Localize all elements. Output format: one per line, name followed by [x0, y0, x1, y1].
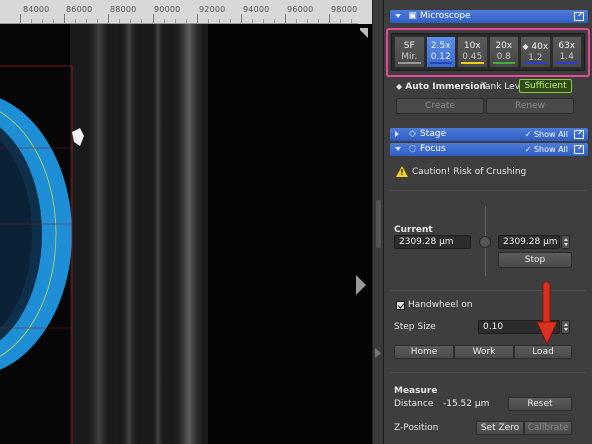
ruler-corner	[358, 0, 372, 24]
focus-pane-header[interactable]: ◌ Focus ✓ Show All	[390, 143, 588, 156]
control-panel: ▣ Microscope SF Mir. 2.5x 0.12 10x 0.45	[384, 0, 592, 444]
ruler-tick	[285, 14, 287, 23]
objective-color-bar	[398, 62, 421, 64]
create-button[interactable]: Create	[396, 98, 484, 114]
microscope-pane-header[interactable]: ▣ Microscope	[390, 10, 588, 23]
auto-immersion-text: Auto Immersion	[405, 82, 486, 92]
show-all-toggle[interactable]: ✓ Show All	[525, 144, 568, 155]
section-divider	[390, 372, 586, 373]
objective-color-bar	[429, 62, 452, 64]
objective-magnification: SF	[403, 41, 415, 51]
popout-icon[interactable]	[574, 145, 584, 154]
warning-icon: !	[396, 166, 408, 177]
warning-text: Caution! Risk of Crushing	[412, 167, 527, 177]
current-label: Current	[394, 225, 433, 235]
tank-level-status: Sufficient	[519, 79, 572, 93]
home-button[interactable]: Home	[394, 345, 454, 359]
load-button[interactable]: Load	[514, 345, 572, 359]
objective-color-bar	[524, 62, 547, 64]
ruler-tick	[196, 14, 198, 23]
specimen-image	[0, 24, 360, 444]
objective-button[interactable]: ◆ 40x 1.2	[520, 36, 551, 68]
horizontal-ruler: 84000 86000 88000 90000 92000 94000 9600…	[0, 0, 372, 24]
measure-label: Measure	[394, 386, 438, 396]
stop-button[interactable]: Stop	[498, 252, 572, 268]
objective-button[interactable]: 2.5x 0.12	[425, 36, 456, 68]
section-divider	[390, 190, 586, 191]
ruler-tick	[64, 14, 66, 23]
objective-color-bar	[461, 62, 484, 64]
show-all-text: Show All	[533, 130, 568, 139]
stage-pane-header[interactable]: ◇ Stage ✓ Show All	[390, 128, 588, 141]
objective-magnification: ◆ 40x	[521, 41, 550, 53]
expand-panel-arrow[interactable]	[356, 275, 366, 295]
target-position-stepper[interactable]	[561, 235, 570, 249]
ruler-tick	[329, 14, 331, 23]
ruler-label: 92000	[199, 5, 226, 14]
renew-button[interactable]: Renew	[486, 98, 574, 114]
objective-color-bar	[492, 62, 515, 64]
ruler-tick	[152, 14, 154, 23]
image-viewer[interactable]: 84000 86000 88000 90000 92000 94000 9600…	[0, 0, 372, 444]
set-zero-button[interactable]: Set Zero	[476, 421, 524, 435]
ruler-label: 98000	[331, 5, 358, 14]
ruler-label: 90000	[154, 5, 181, 14]
work-button[interactable]: Work	[454, 345, 514, 359]
objective-magnification: 20x	[495, 41, 513, 51]
collapse-caret-icon[interactable]	[395, 147, 401, 151]
ruler-label: 88000	[110, 5, 137, 14]
show-all-toggle[interactable]: ✓ Show All	[525, 129, 568, 140]
distance-value: -15.52 µm	[443, 399, 490, 409]
expand-caret-icon[interactable]	[395, 131, 399, 137]
immersion-drop-icon: ◆	[396, 82, 403, 91]
objective-magnification: 63x	[558, 41, 576, 51]
popout-icon[interactable]	[574, 12, 584, 21]
focus-slider-knob[interactable]	[479, 236, 491, 248]
z-position-label: Z-Position	[394, 423, 439, 433]
annotation-arrow	[536, 282, 558, 345]
immersion-drop-icon: ◆	[522, 42, 529, 51]
auto-immersion-label: ◆ Auto Immersion	[396, 82, 486, 92]
collapse-arrow-icon[interactable]	[375, 348, 381, 358]
calibrate-button[interactable]: Calibrate	[524, 421, 572, 435]
handwheel-checkbox[interactable]	[396, 301, 405, 310]
collapse-caret-icon[interactable]	[395, 14, 401, 18]
show-all-text: Show All	[533, 145, 568, 154]
ruler-tick	[241, 14, 242, 23]
current-position-field[interactable]: 2309.28 µm	[394, 235, 471, 249]
objective-button[interactable]: SF Mir.	[394, 36, 425, 68]
ruler-tick	[20, 14, 21, 23]
objective-magnification-text: 40x	[531, 42, 549, 52]
step-size-stepper[interactable]	[561, 320, 570, 334]
microscope-icon: ▣	[408, 11, 417, 21]
reset-button[interactable]: Reset	[508, 397, 572, 411]
step-size-label: Step Size	[394, 322, 436, 332]
objective-button[interactable]: 20x 0.8	[488, 36, 519, 68]
ruler-tick	[108, 14, 110, 23]
ruler-label: 94000	[243, 5, 270, 14]
popout-icon[interactable]	[574, 130, 584, 139]
objective-button[interactable]: 10x 0.45	[457, 36, 488, 68]
objective-color-bar	[555, 62, 578, 64]
stage-icon: ◇	[409, 129, 416, 139]
distance-label: Distance	[394, 399, 434, 409]
objective-selector: SF Mir. 2.5x 0.12 10x 0.45 20x 0.8 ◆ 40x	[391, 33, 585, 71]
panel-splitter[interactable]	[372, 0, 384, 444]
ruler-label: 86000	[66, 5, 93, 14]
objective-button[interactable]: 63x 1.4	[551, 36, 582, 68]
objective-magnification: 2.5x	[430, 41, 451, 51]
pane-title: Focus	[420, 144, 446, 154]
ruler-label: 84000	[23, 5, 50, 14]
pane-title: Microscope	[420, 11, 471, 21]
ruler-label: 96000	[287, 5, 314, 14]
pane-title: Stage	[420, 129, 447, 139]
microscope-app: 84000 86000 88000 90000 92000 94000 9600…	[0, 0, 592, 444]
target-position-field[interactable]: 2309.28 µm	[498, 235, 560, 249]
focus-icon: ◌	[408, 144, 417, 154]
objective-magnification: 10x	[463, 41, 481, 51]
handwheel-label: Handwheel on	[408, 300, 473, 310]
splitter-grip[interactable]	[376, 200, 381, 248]
